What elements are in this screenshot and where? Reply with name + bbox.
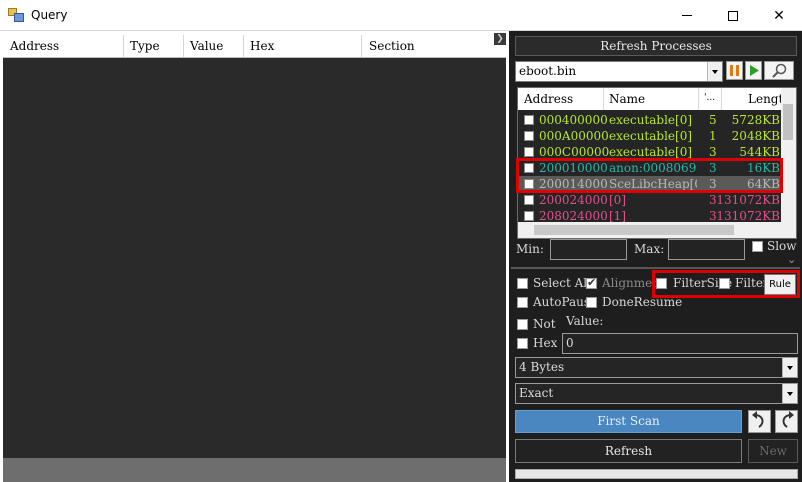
undo-button[interactable] <box>748 410 771 433</box>
value-input[interactable]: 0 <box>562 333 798 354</box>
maximize-button[interactable] <box>710 0 756 31</box>
results-header: Address Type Value Hex Section <box>3 35 506 58</box>
compare-type-value: Exact <box>519 386 554 400</box>
redo-icon <box>782 411 794 428</box>
hex-label: Hex <box>533 336 558 350</box>
control-panel: Refresh Processes eboot.bin Address Name… <box>509 31 802 482</box>
slow-checkbox[interactable] <box>752 241 763 252</box>
process-list-header: Address Name '... Length <box>518 88 791 110</box>
process-select[interactable]: eboot.bin <box>515 61 723 82</box>
not-label: Not <box>533 317 556 331</box>
column-name[interactable]: Name <box>609 92 645 106</box>
compare-type-select[interactable]: Exact <box>515 383 798 404</box>
magnifier-icon <box>772 63 787 78</box>
chevron-down-icon <box>782 384 797 403</box>
minimize-icon <box>682 15 692 16</box>
column-prot[interactable]: '... <box>704 93 715 103</box>
title-bar: Query ✕ <box>0 0 802 31</box>
row-checkbox[interactable] <box>524 131 534 141</box>
rule-button[interactable]: Rule <box>764 274 796 295</box>
new-button[interactable]: New <box>748 439 798 463</box>
refresh-button[interactable]: Refresh <box>515 439 742 463</box>
row-checkbox[interactable] <box>524 115 534 125</box>
progress-bar <box>515 469 798 479</box>
column-value[interactable]: Value <box>190 39 223 53</box>
max-input[interactable] <box>668 239 745 260</box>
chevron-down-icon <box>782 358 797 377</box>
row-checkbox[interactable] <box>524 211 534 221</box>
not-checkbox[interactable] <box>517 319 528 330</box>
column-type[interactable]: Type <box>130 39 160 53</box>
auto-pause-checkbox[interactable] <box>517 297 528 308</box>
done-resume-checkbox[interactable] <box>586 297 597 308</box>
value-type-select[interactable]: 4 Bytes <box>515 357 798 378</box>
app-icon <box>8 8 24 22</box>
results-panel[interactable]: Address Type Value Hex Section <box>3 35 506 458</box>
expand-chevron-icon[interactable]: ⌄ <box>787 253 796 266</box>
play-icon <box>750 65 759 76</box>
column-section[interactable]: Section <box>369 39 415 53</box>
done-resume-label: DoneResume <box>602 295 683 309</box>
chevron-down-icon <box>707 62 722 81</box>
first-scan-button[interactable]: First Scan <box>515 410 742 433</box>
slow-label: Slow <box>767 239 797 253</box>
horizontal-scrollbar[interactable] <box>518 222 782 238</box>
close-icon: ✕ <box>773 7 785 24</box>
collapse-arrow-icon[interactable]: ❯ <box>494 33 506 45</box>
refresh-processes-button[interactable]: Refresh Processes <box>515 36 797 56</box>
resume-button[interactable] <box>745 61 762 80</box>
highlight-box <box>516 158 783 193</box>
list-item[interactable]: 200024000 [0] 3 131072KB <box>518 192 782 208</box>
select-all-checkbox[interactable] <box>517 278 528 289</box>
column-hex[interactable]: Hex <box>250 39 274 53</box>
select-all-label: Select All <box>533 276 591 290</box>
min-input[interactable] <box>550 239 627 260</box>
search-process-button[interactable] <box>764 61 794 80</box>
max-label: Max: <box>634 242 665 256</box>
row-checkbox[interactable] <box>524 195 534 205</box>
hex-checkbox[interactable] <box>517 338 528 349</box>
alignment-checkbox[interactable] <box>586 276 597 289</box>
process-select-value: eboot.bin <box>519 64 577 78</box>
list-item[interactable]: 000400000 executable[0] 5 5728KB <box>518 112 782 128</box>
filter-size-checkbox[interactable] <box>656 278 667 289</box>
column-address[interactable]: Address <box>524 92 573 106</box>
column-address[interactable]: Address <box>10 39 59 53</box>
value-type-value: 4 Bytes <box>519 360 565 374</box>
window-title: Query <box>31 8 68 22</box>
vertical-scrollbar[interactable] <box>781 88 796 238</box>
pause-icon <box>730 65 739 76</box>
min-label: Min: <box>516 242 544 256</box>
divider <box>511 267 800 269</box>
redo-button[interactable] <box>775 410 798 433</box>
results-statusbar <box>3 458 506 482</box>
row-checkbox[interactable] <box>524 147 534 157</box>
minimize-button[interactable] <box>664 0 710 31</box>
pause-button[interactable] <box>726 61 743 80</box>
maximize-icon <box>728 10 738 21</box>
close-button[interactable]: ✕ <box>756 0 802 31</box>
list-item[interactable]: 000A00000 executable[0] 1 2048KB <box>518 128 782 144</box>
filter-checkbox[interactable] <box>719 278 730 289</box>
value-label: Value: <box>566 314 604 328</box>
undo-icon <box>752 411 764 428</box>
